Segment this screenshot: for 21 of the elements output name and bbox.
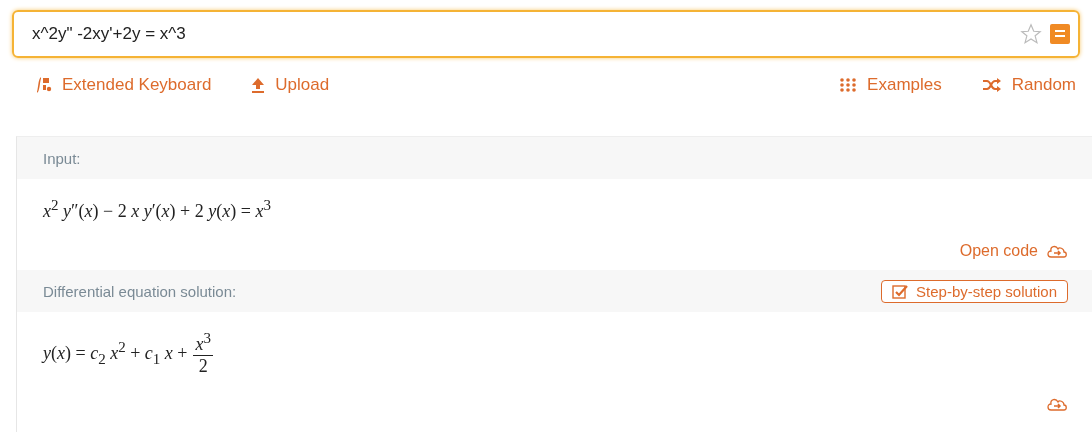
math-formula: x$^{2}$ y″(x) − 2 x y′(x) + 2 y(x) = x$^{3}$ [43,197,271,222]
toolbar-button[interactable]: Extended Keyboard [34,75,212,95]
open-code-link[interactable]: Open code [959,242,1038,260]
cloud-icon[interactable] [1046,397,1068,412]
step-by-step-button[interactable]: Step-by-step solution [881,279,1068,303]
math-formula: y(x) = c$_{2}$ x$^{2}$ + c$_{1}$ x + [43,339,188,368]
toolbar-button[interactable]: Upload [251,75,330,95]
fraction: x$^{3}$ 2 [193,330,213,377]
grid-icon [839,77,858,93]
pod-title: Differential equation solution: [43,282,238,300]
star-icon[interactable] [1020,23,1042,45]
toolbar-button[interactable]: Random [981,75,1076,95]
toolbar-button[interactable]: Examples [839,75,942,95]
cloud-icon[interactable] [1046,243,1068,259]
search-bar[interactable]: x^2y" -2xy'+2y = x^3 [12,10,1080,58]
shuffle-icon [981,78,1002,92]
pod-title: Input: [43,149,82,167]
query-field[interactable]: x^2y" -2xy'+2y = x^3 [30,23,1020,45]
menu-icon[interactable] [1050,24,1070,44]
checkbox-icon [892,283,909,299]
upload-icon [251,77,266,93]
